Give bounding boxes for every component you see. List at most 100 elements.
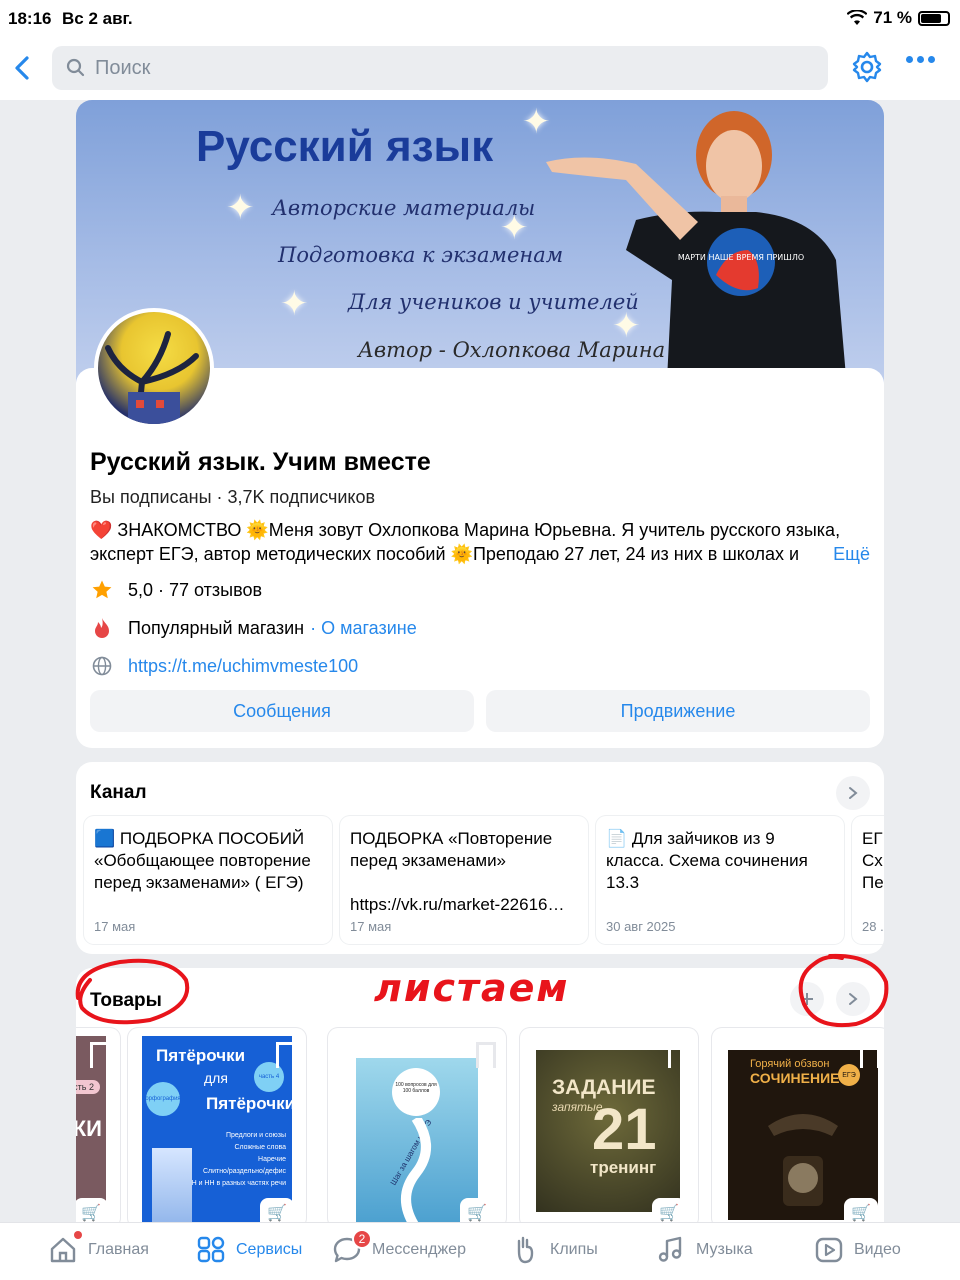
cover-text: 21 — [592, 1097, 657, 1162]
product-card[interactable]: Горячий обзвон СОЧИНЕНИЕ ЕГЭ 🛒 — [712, 1028, 884, 1228]
battery-percent: 71 % — [873, 8, 912, 27]
channel-section: Канал 🟦 ПОДБОРКА ПОСОБИЙ «Обобщающее пов… — [76, 762, 884, 954]
star-icon: ✦ — [280, 285, 309, 323]
link-row[interactable]: https://t.me/uchimvmeste100 — [90, 654, 358, 678]
post-date: 28 . — [862, 919, 884, 934]
product-card[interactable]: Пятёрочки для Пятёрочки орфография часть… — [128, 1028, 306, 1228]
music-icon — [658, 1236, 682, 1262]
tab-label: Мессенджер — [372, 1241, 466, 1258]
shop-label: Популярный магазин — [128, 617, 305, 638]
community-name: Русский язык. Учим вместе — [90, 448, 431, 476]
status-right: 71 % — [847, 8, 950, 28]
cover-text: тренинг — [590, 1158, 657, 1177]
rating-row[interactable]: 5,0 · 77 отзывов — [90, 578, 262, 602]
tab-label: Клипы — [550, 1241, 598, 1258]
channel-title: Канал — [90, 782, 147, 803]
cover-topic: Наречие — [258, 1156, 286, 1163]
bottom-tab-bar: Главная Сервисы 2 Мессенджер Клипы Музык… — [0, 1222, 960, 1280]
gear-icon[interactable] — [850, 50, 884, 84]
bookmark-icon[interactable] — [860, 1042, 880, 1068]
cover-badge: 100 вопросов для 100 баллов — [392, 1068, 440, 1116]
bookmark-icon[interactable] — [276, 1042, 296, 1068]
shop-row[interactable]: Популярный магазин · О магазине — [90, 616, 417, 640]
cover-text: ЧКИ — [76, 1116, 102, 1141]
chevron-right-icon — [849, 787, 858, 799]
cover-text: Пятёрочки — [156, 1046, 246, 1065]
tab-clips[interactable]: Клипы — [510, 1235, 598, 1265]
tab-label: Музыка — [696, 1241, 753, 1258]
building-illustration — [152, 1148, 192, 1228]
services-icon — [197, 1236, 225, 1263]
scribble-circle-goods — [75, 958, 190, 1025]
status-date: Вс 2 авг. — [62, 9, 133, 28]
telephone-illustration — [768, 1114, 838, 1206]
tab-video[interactable]: Видео — [814, 1235, 901, 1265]
cover-topic: Предлоги и союзы — [225, 1132, 286, 1139]
battery-icon — [918, 10, 950, 26]
post-date: 30 авг 2025 — [606, 919, 676, 934]
profile-card: Русский язык. Учим вместе Вы подписаны ·… — [76, 368, 884, 748]
clips-icon — [517, 1236, 534, 1264]
subscribers-count[interactable]: Вы подписаны · 3,7K подписчиков — [90, 487, 375, 508]
community-avatar[interactable] — [94, 308, 214, 428]
channel-post[interactable]: ЕГ Сх Пе 28 . — [852, 816, 884, 944]
product-card[interactable]: асть 2 ЧКИ 🛒 — [76, 1028, 120, 1228]
search-placeholder: Поиск — [95, 57, 151, 79]
globe-icon — [90, 654, 114, 678]
more-options-icon[interactable] — [906, 56, 935, 63]
cover-topic: Н и НН в разных частях речи — [191, 1180, 286, 1187]
teacher-photo: МАРТИ НАШЕ ВРЕМЯ ПРИШЛО — [546, 111, 848, 400]
about-shop-link[interactable]: · О магазине — [310, 618, 417, 639]
cover-title: Русский язык — [196, 122, 494, 171]
more-link[interactable]: Ещё — [823, 542, 870, 566]
tab-music[interactable]: Музыка — [656, 1235, 753, 1265]
rating-text: 5,0 · 77 отзывов — [128, 579, 263, 600]
tab-label: Главная — [88, 1241, 149, 1258]
back-arrow-icon[interactable] — [8, 50, 38, 86]
cover-topics: Предлоги и союзы Сложные слова Наречие С… — [192, 1130, 286, 1190]
channel-post[interactable]: ПОДБОРКА «Повторение перед экзаменами» h… — [340, 816, 588, 944]
fire-icon — [90, 616, 114, 640]
tab-messenger[interactable]: 2 Мессенджер — [332, 1229, 466, 1265]
cover-badge: ЕГЭ — [838, 1064, 860, 1086]
tab-services[interactable]: Сервисы — [196, 1235, 302, 1265]
bookmark-icon[interactable] — [668, 1042, 688, 1068]
cover-text: Горячий обзвон — [750, 1058, 830, 1070]
tab-home[interactable]: Главная — [48, 1231, 149, 1265]
tab-label: Сервисы — [236, 1241, 303, 1258]
avatar-image — [105, 331, 199, 424]
search-field[interactable]: Поиск — [52, 46, 828, 90]
bookmark-icon[interactable] — [476, 1042, 496, 1068]
product-card[interactable]: 100 вопросов для 100 баллов Шаг за шагом… — [328, 1028, 506, 1228]
channel-next-button[interactable] — [836, 776, 870, 810]
channel-post[interactable]: 🟦 ПОДБОРКА ПОСОБИЙ «Обобщающее повторени… — [84, 816, 332, 944]
tshirt-text: МАРТИ НАШЕ ВРЕМЯ ПРИШЛО — [678, 253, 804, 262]
messages-button[interactable]: Сообщения — [90, 690, 474, 732]
scribble-circle-next — [798, 953, 889, 1028]
product-card[interactable]: ЗАДАНИЕ запятые 21 тренинг 🛒 — [520, 1028, 698, 1228]
video-icon — [815, 1237, 843, 1263]
cover-text: Пятёрочки — [206, 1094, 296, 1113]
search-icon — [66, 58, 85, 77]
staircase-illustration — [401, 1118, 431, 1228]
post-date: 17 мая — [350, 919, 392, 934]
tab-label: Видео — [854, 1241, 901, 1258]
status-time: 18:16 — [8, 9, 52, 28]
star-rating-icon — [90, 578, 114, 602]
website-link[interactable]: https://t.me/uchimvmeste100 — [128, 656, 358, 677]
cover-badge: орфография — [145, 1082, 181, 1116]
description-text: ❤️ ЗНАКОМСТВО 🌞Меня зовут Охлопкова Мари… — [90, 520, 841, 564]
post-text: ЕГ Сх Пе — [862, 829, 884, 892]
scribble-text: листаем — [374, 966, 570, 1010]
promotion-button[interactable]: Продвижение — [486, 690, 870, 732]
post-date: 17 мая — [94, 919, 136, 934]
wifi-icon — [847, 10, 868, 25]
cover-text: СОЧИНЕНИЕ — [750, 1070, 840, 1086]
cover-line-1: Авторские материалы — [272, 196, 536, 220]
cover-topic: Сложные слова — [234, 1144, 286, 1151]
channel-post[interactable]: 📄 Для зайчиков из 9 класса. Схема сочине… — [596, 816, 844, 944]
community-description: ❤️ ЗНАКОМСТВО 🌞Меня зовут Охлопкова Мари… — [90, 518, 870, 566]
bookmark-icon[interactable] — [90, 1042, 110, 1068]
status-bar: 18:16 Вс 2 авг. 71 % — [0, 0, 960, 38]
product-cover: ЗАДАНИЕ запятые 21 тренинг — [536, 1050, 680, 1212]
